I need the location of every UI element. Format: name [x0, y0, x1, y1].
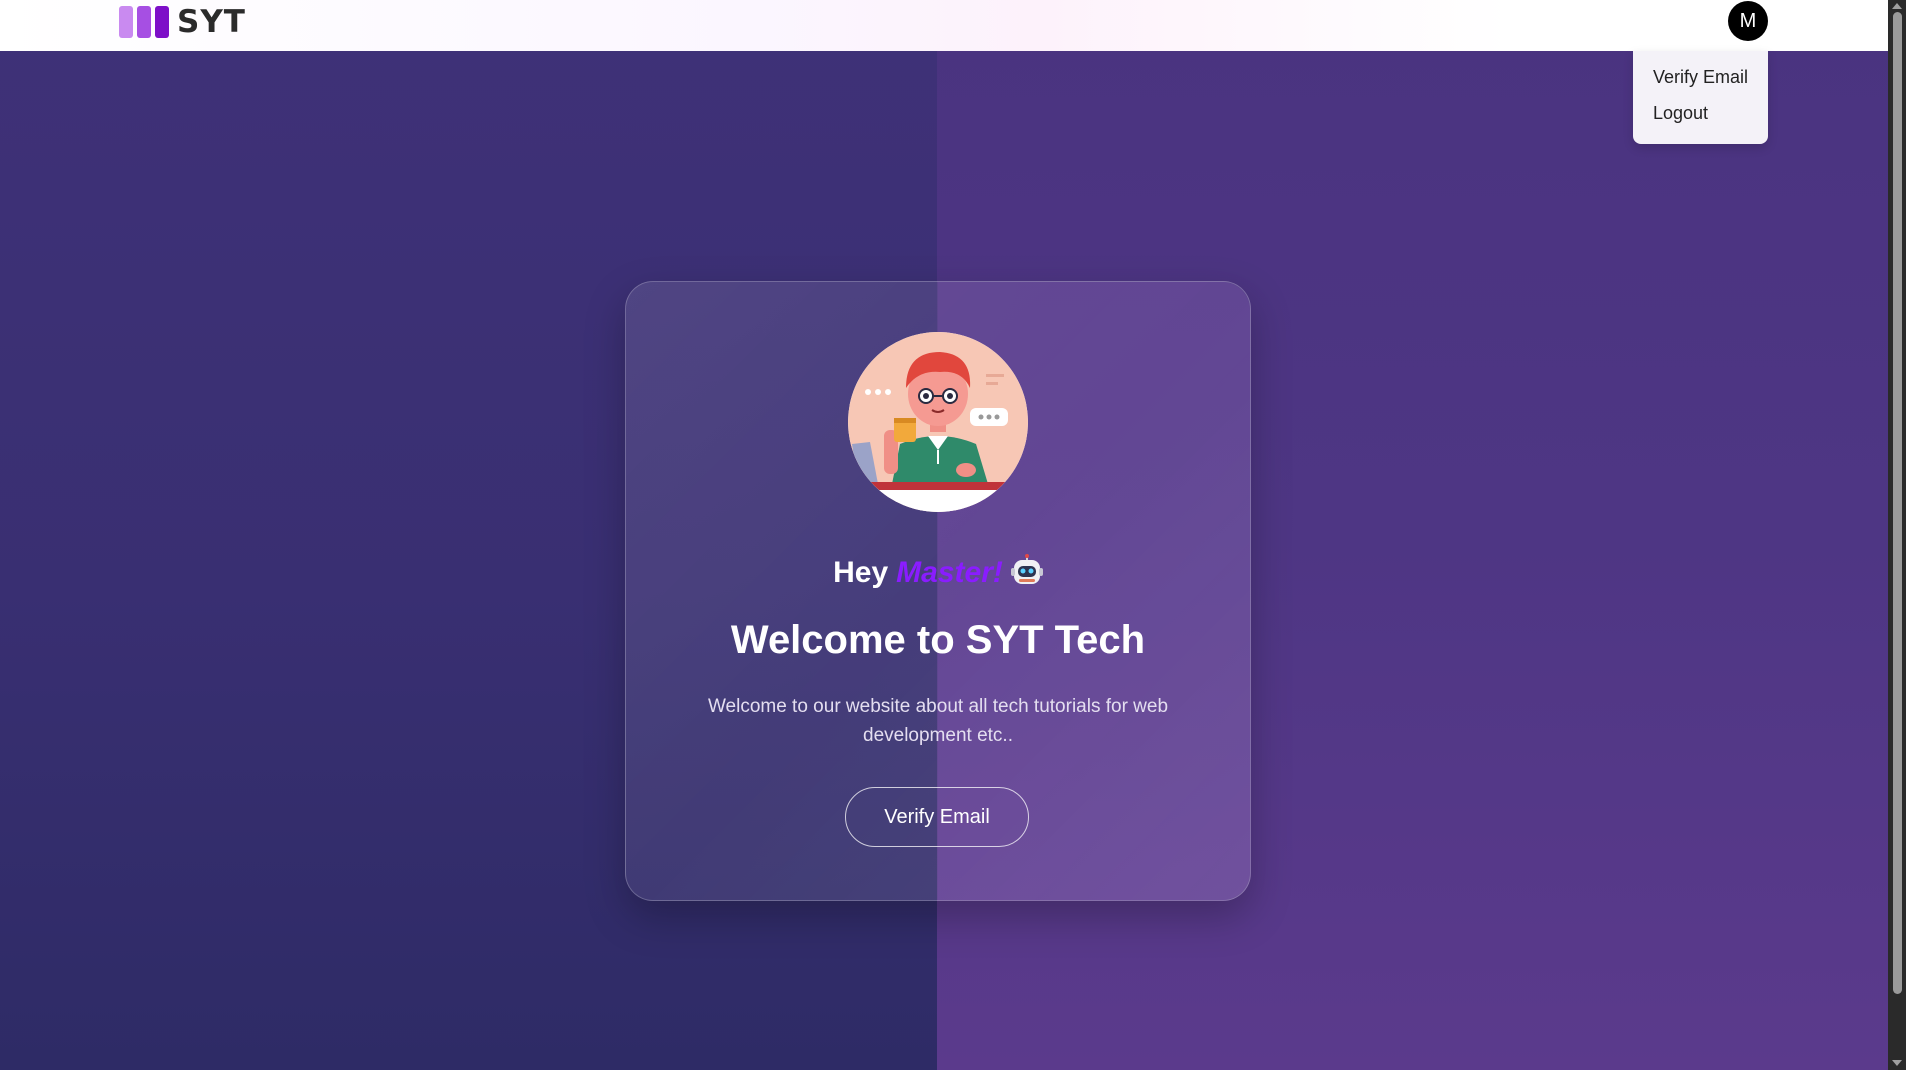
scroll-down-arrow-icon[interactable]: [1892, 1060, 1902, 1066]
logo[interactable]: SYT: [119, 4, 246, 40]
robot-icon: [1010, 554, 1043, 594]
greeting-prefix: Hey: [833, 556, 889, 589]
user-avatar[interactable]: M: [1728, 1, 1768, 41]
logo-text: SYT: [177, 4, 246, 40]
greeting-heading: Hey Master!: [626, 554, 1250, 594]
logo-bar-medium: [137, 6, 151, 38]
logo-bar-light: [119, 6, 133, 38]
top-navbar: SYT M: [0, 0, 1888, 51]
scroll-up-arrow-icon[interactable]: [1892, 3, 1902, 9]
page: SYT M Verify Email Logout Hey Master! We…: [0, 0, 1906, 1070]
welcome-description: Welcome to our website about all tech tu…: [707, 696, 1169, 746]
menu-item-logout[interactable]: Logout: [1653, 103, 1708, 124]
verify-email-button[interactable]: Verify Email: [845, 787, 1029, 847]
scroll-thumb[interactable]: [1893, 12, 1902, 994]
user-menu-dropdown: Verify Email Logout: [1633, 51, 1768, 144]
vertical-scrollbar[interactable]: [1888, 0, 1906, 1070]
welcome-title: Welcome to SYT Tech: [730, 618, 1146, 662]
logo-bar-dark: [155, 6, 169, 38]
greeting-name: Master!: [896, 556, 1003, 589]
menu-item-verify-email[interactable]: Verify Email: [1653, 67, 1748, 88]
welcome-card: Hey Master! Welcome to SYT Tech Welcome t…: [625, 281, 1251, 901]
person-with-coffee-illustration: [848, 332, 1028, 512]
